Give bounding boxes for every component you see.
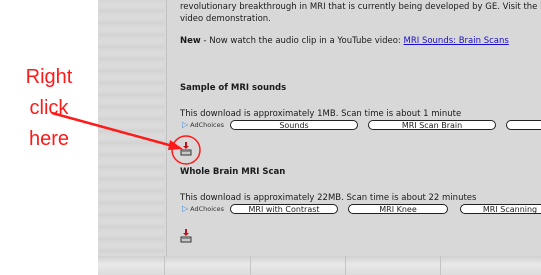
annotation-circle <box>171 135 201 165</box>
annotation-arrow <box>51 111 181 150</box>
annotation-overlay <box>51 111 201 165</box>
